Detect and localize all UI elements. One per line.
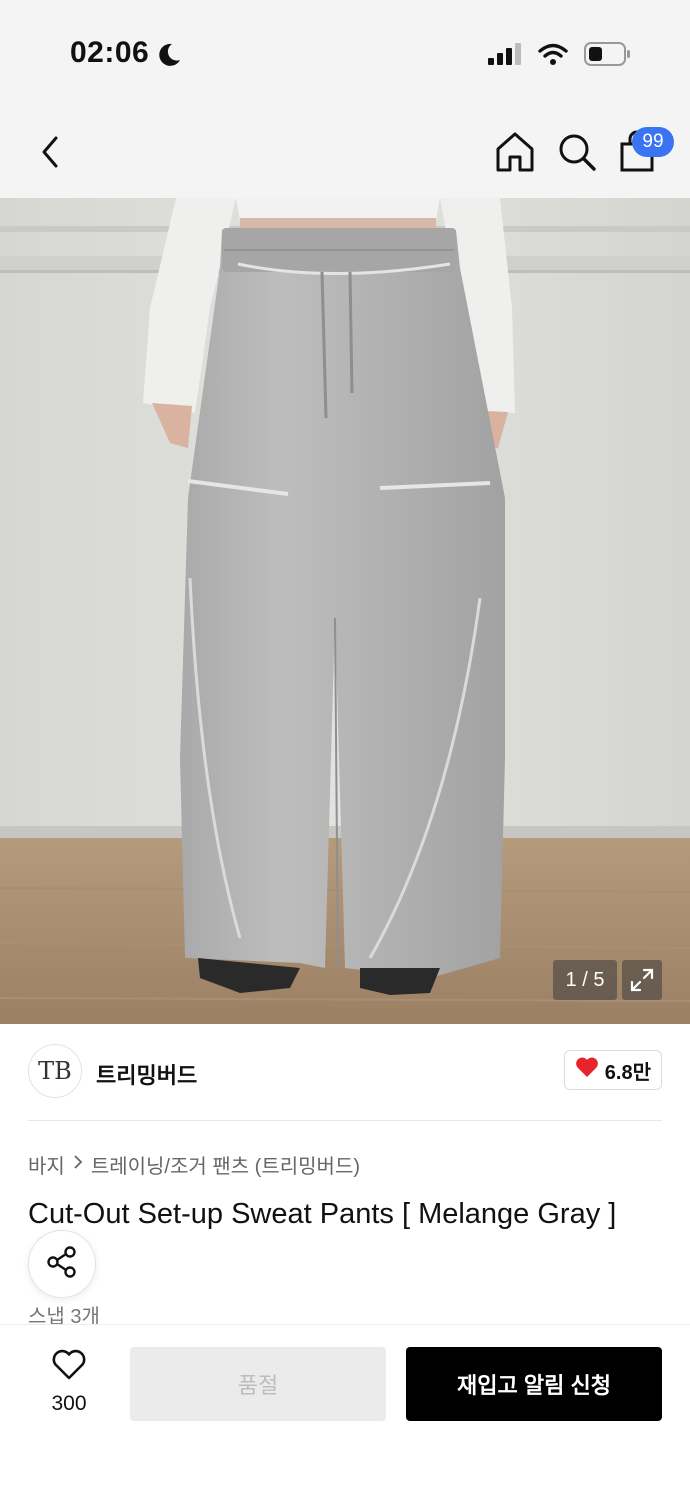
divider: [28, 1120, 662, 1121]
breadcrumb: 바지 트레이닝/조거 팬츠 (트리밍버드): [28, 1150, 360, 1179]
top-nav-bar: [0, 110, 690, 198]
status-time: 02:06: [70, 36, 150, 69]
brand-like-count: 6.8만: [604, 1061, 651, 1084]
brand-name[interactable]: 트리밍버드: [96, 1058, 197, 1090]
restock-alert-button[interactable]: 재입고 알림 신청: [406, 1347, 662, 1421]
status-icons: [488, 42, 632, 71]
breadcrumb-subcategory[interactable]: 트레이닝/조거 팬츠 (트리밍버드): [91, 1150, 360, 1179]
product-title: Cut-Out Set-up Sweat Pants [ Melange Gra…: [28, 1198, 617, 1230]
cart-count-badge: 99: [632, 127, 674, 157]
share-button[interactable]: [28, 1230, 96, 1298]
image-counter: 1 / 5: [553, 960, 617, 1000]
wishlist-button[interactable]: 300: [36, 1349, 102, 1416]
battery-icon: [584, 42, 632, 71]
heart-filled-icon: [575, 1056, 599, 1084]
snap-count[interactable]: 스냅 3개: [28, 1304, 100, 1324]
heart-outline-icon: [51, 1349, 87, 1385]
home-icon[interactable]: [494, 130, 536, 174]
share-icon: [45, 1245, 79, 1284]
signal-icon: [488, 43, 522, 70]
search-icon[interactable]: [556, 130, 598, 174]
status-bar: 02:06: [0, 0, 690, 110]
bottom-action-bar: 300 품절 재입고 알림 신청: [0, 1324, 690, 1500]
back-icon[interactable]: [30, 128, 70, 176]
wifi-icon: [538, 43, 568, 70]
moon-icon: [158, 42, 182, 73]
breadcrumb-category[interactable]: 바지: [28, 1150, 65, 1179]
brand-row[interactable]: TB 트리밍버드 6.8만: [28, 1044, 662, 1100]
chevron-right-icon: [73, 1153, 83, 1176]
product-photo: [0, 198, 690, 1024]
product-image[interactable]: [0, 198, 690, 1024]
expand-icon[interactable]: [622, 960, 662, 1000]
brand-logo[interactable]: TB: [28, 1044, 82, 1098]
brand-like-button[interactable]: 6.8만: [563, 1050, 662, 1090]
soldout-button: 품절: [130, 1347, 386, 1421]
wishlist-count: 300: [51, 1392, 87, 1415]
